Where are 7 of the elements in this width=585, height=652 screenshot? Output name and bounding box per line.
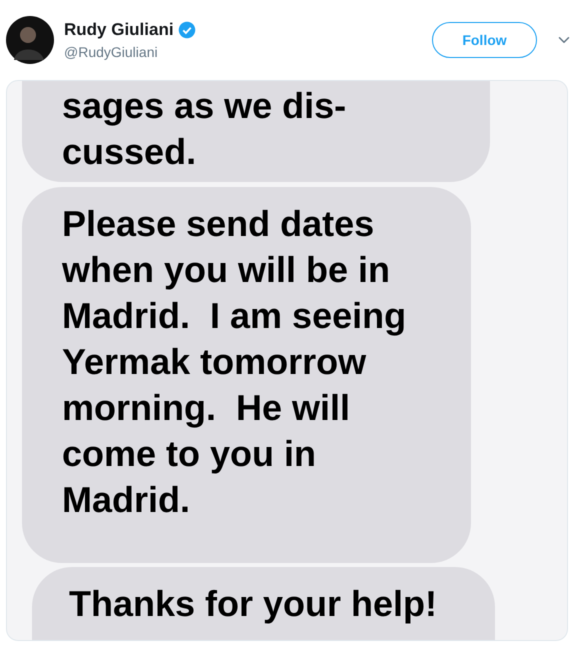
author-handle[interactable]: @RudyGiuliani <box>64 42 196 64</box>
avatar-icon[interactable] <box>6 16 54 64</box>
follow-button[interactable]: Follow <box>432 22 537 58</box>
author-name[interactable]: Rudy Giuliani <box>64 16 174 42</box>
message-text: Please send dates when you will be in Madrid. I am seeing Yermak tomorrow morning. He will come to you in Madrid. <box>62 202 408 522</box>
message-text: sages as we dis- cussed. <box>62 84 348 174</box>
message-text: Thanks for your help! <box>69 582 438 626</box>
